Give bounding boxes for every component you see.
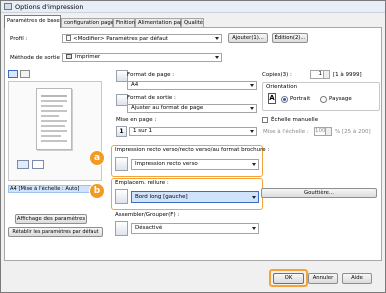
binding-value: Bord long [gauche] — [135, 194, 188, 200]
layout-icon: 1 — [116, 126, 127, 137]
page-format-select[interactable]: A4 — [127, 81, 257, 90]
copies-value: 1 — [318, 71, 323, 77]
layout-value: 1 sur 1 — [133, 128, 153, 134]
scale-range: % [25 à 200] — [335, 129, 371, 135]
tab-quality[interactable]: Qualité — [181, 18, 204, 27]
copies-label: Copies(3) : — [262, 72, 292, 78]
collate-value: Désactivé — [135, 225, 163, 231]
gutter-button[interactable]: Gouttière... — [261, 188, 377, 198]
window-title: Options d'impression — [15, 3, 84, 11]
ok-button[interactable]: OK — [273, 273, 304, 284]
duplex-value: Impression recto verso — [135, 161, 198, 167]
duplex-page-icon — [115, 157, 128, 171]
copies-spinner[interactable]: 1 — [310, 70, 330, 79]
preview-mode-icon[interactable] — [17, 160, 29, 169]
scale-spinner[interactable]: 100 — [314, 127, 332, 136]
chevron-down-icon — [252, 163, 256, 166]
tab-finishing[interactable]: Finition — [113, 18, 135, 27]
binding-label: Emplacem. reliure : — [115, 180, 169, 186]
copies-range: [1 à 9999] — [333, 72, 362, 78]
help-button[interactable]: Aide — [342, 273, 372, 284]
landscape-label: Paysage — [329, 96, 352, 102]
profile-select[interactable]: <Modifier> Paramètres par défaut — [62, 34, 222, 43]
chevron-down-icon — [215, 56, 219, 59]
chevron-down-icon — [250, 107, 254, 110]
scale-value: 100 — [315, 128, 326, 134]
preview-page — [36, 88, 72, 150]
collate-label: Assembler/Grouper(F) : — [115, 212, 180, 218]
callout-badge-b: b — [89, 183, 105, 199]
binding-page-icon — [115, 189, 128, 204]
tab-page-setup[interactable]: configuration page — [61, 18, 114, 27]
basic-settings-panel: Profil : <Modifier> Paramètres par défau… — [4, 27, 382, 261]
layout-label: Mise en page : — [116, 117, 157, 123]
output-method-select[interactable]: Imprimer — [62, 53, 222, 62]
binding-select[interactable]: Bord long [gauche] — [131, 191, 259, 203]
profile-label: Profil : — [10, 36, 28, 42]
portrait-page-icon: A — [268, 93, 276, 104]
output-method-value: Imprimer — [75, 54, 101, 60]
preview-duplex-icon[interactable] — [32, 160, 44, 169]
cancel-button[interactable]: Annuler — [308, 273, 338, 284]
scale-label: Mise à l'échelle : — [263, 129, 309, 135]
duplex-select[interactable]: Impression recto verso — [131, 159, 259, 170]
spinner-arrows-icon[interactable] — [323, 71, 329, 78]
add-profile-button[interactable]: Ajouter(1)... — [228, 33, 268, 43]
page-format-label: Format de page : — [127, 72, 175, 78]
portrait-label: Portrait — [290, 96, 311, 102]
page-format-value: A4 — [131, 82, 139, 88]
output-format-value: Ajuster au format de page — [131, 105, 204, 111]
manual-scaling-checkbox[interactable] — [262, 117, 268, 123]
spinner-arrows-icon[interactable] — [325, 128, 331, 135]
show-settings-button[interactable]: Affichage des paramètres — [15, 214, 87, 224]
collate-icon — [115, 221, 128, 236]
duplex-label: Impression recto verso/recto verso/au fo… — [115, 147, 270, 153]
chevron-down-icon — [252, 227, 256, 230]
tab-paper-source[interactable]: Alimentation papier — [135, 18, 190, 27]
chevron-down-icon — [252, 196, 256, 199]
print-options-dialog: Options d'impression Paramètres de base … — [0, 0, 386, 293]
tab-basic-settings[interactable]: Paramètres de base — [4, 15, 61, 28]
collate-select[interactable]: Désactivé — [131, 223, 259, 234]
profile-icon — [66, 35, 71, 41]
layout-select[interactable]: 1 sur 1 — [129, 127, 257, 136]
edit-profile-button[interactable]: Édition(2)... — [272, 33, 308, 43]
output-format-select[interactable]: Ajuster au format de page — [127, 104, 257, 113]
restore-defaults-button[interactable]: Rétablir les paramètres par défaut — [8, 227, 103, 237]
chevron-down-icon — [250, 130, 254, 133]
printer-icon — [66, 54, 72, 59]
manual-scaling-label: Échelle manuelle — [271, 117, 319, 123]
profile-value: <Modifier> Paramètres par défaut — [73, 36, 169, 42]
output-format-label: Format de sortie : — [127, 95, 176, 101]
printer-view-icon[interactable] — [20, 70, 30, 78]
orientation-label: Orientation — [266, 84, 298, 90]
preview-frame — [8, 81, 102, 181]
chevron-down-icon — [215, 37, 219, 40]
page-view-icon[interactable] — [8, 70, 18, 78]
printer-app-icon — [4, 3, 12, 10]
preview-caption: A4 [Mise à l'échelle : Auto] — [8, 185, 102, 193]
portrait-radio[interactable] — [281, 96, 288, 103]
callout-badge-a: a — [89, 150, 105, 166]
chevron-down-icon — [250, 84, 254, 87]
title-bar: Options d'impression — [1, 1, 385, 13]
landscape-radio[interactable] — [320, 96, 327, 103]
output-method-label: Méthode de sortie : — [10, 55, 64, 61]
